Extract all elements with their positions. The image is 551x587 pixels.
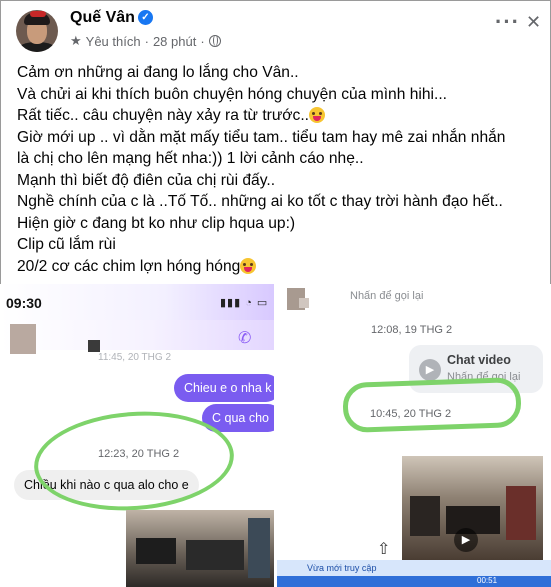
close-icon[interactable]: ✕ (526, 13, 541, 31)
post-body: Cảm ơn những ai đang lo lắng cho Vân.. V… (17, 62, 542, 277)
post-photos[interactable]: 09:30 ▮▮▮ ◔ ▭ ✆ 11:45, 20 THG 2 Chieu e … (0, 284, 551, 587)
last-active-text: Vừa mới truy cập (307, 563, 377, 573)
post-line: Và chửi ai khi thích buôn chuyện hóng ch… (17, 85, 448, 103)
video-camera-icon: ▶ (419, 359, 441, 381)
author-name[interactable]: Quế Vân (70, 9, 135, 27)
tongue-emoji-icon (240, 257, 257, 274)
pixelated-block (299, 298, 309, 308)
post-line: Mạnh thì biết độ điên của chị rùi đấy.. (17, 171, 276, 189)
post-line: Hiện giờ c đang bt ko như clip hqua up:) (17, 214, 296, 232)
video-call-title: Chat video (447, 353, 511, 367)
verified-badge-icon: ✓ (138, 10, 153, 25)
post-line-text: 20/2 cơ các chim lợn hóng hóng (17, 257, 241, 275)
post-time[interactable]: 28 phút (153, 34, 196, 49)
more-options-icon[interactable]: ··· (495, 11, 520, 33)
post-line: là chị cho lên mạng hết nha:)) 1 lời cản… (17, 150, 364, 167)
post-line: Nghề chính của c là ..Tố Tố.. những ai k… (17, 193, 503, 210)
call-back-text: Nhấn để gọi lại (350, 290, 424, 302)
photo-left[interactable]: 09:30 ▮▮▮ ◔ ▭ ✆ 11:45, 20 THG 2 Chieu e … (0, 284, 274, 587)
post-meta: ★ Yêu thích · 28 phút · (70, 33, 221, 49)
message-outgoing: Chieu e o nha k (174, 374, 274, 402)
globe-icon[interactable] (208, 35, 221, 47)
post-line-text: Rất tiếc.. câu chuyện này xảy ra từ trướ… (17, 107, 309, 124)
audience-label: Yêu thích (85, 33, 141, 49)
message-timestamp: 12:08, 19 THG 2 (371, 324, 453, 336)
play-icon: ▶ (454, 528, 478, 552)
video-thumbnail (126, 510, 274, 587)
star-icon: ★ (70, 33, 82, 48)
post-line: Cảm ơn những ai đang lo lắng cho Vân.. (17, 64, 299, 81)
meta-separator-2: · (200, 33, 205, 49)
author-avatar[interactable] (16, 10, 58, 52)
post-line: 20/2 cơ các chim lợn hóng hóng (17, 256, 542, 278)
phone-icon: ✆ (238, 330, 252, 347)
video-message: ▶ (402, 456, 543, 560)
photo-right[interactable]: Nhấn để gọi lại 12:08, 19 THG 2 ▶ Chat v… (277, 284, 551, 587)
status-time: 09:30 (6, 295, 42, 311)
pixelated-avatar (10, 324, 36, 354)
video-progress-time: 00:51 (477, 576, 498, 585)
share-icon: ⇧ (377, 541, 391, 558)
pixelated-block (88, 340, 100, 352)
post-line: Rất tiếc.. câu chuyện này xảy ra từ trướ… (17, 105, 542, 127)
tongue-emoji-icon (308, 107, 325, 123)
highlight-circle (342, 376, 522, 434)
chat-header (0, 320, 274, 350)
meta-separator: · (144, 33, 149, 49)
faded-timestamp: 11:45, 20 THG 2 (98, 352, 172, 363)
post-line: Clip cũ lắm rùi (17, 236, 116, 253)
status-icons: ▮▮▮ ◔ ▭ (220, 297, 269, 309)
post-line: Giờ mới up .. vì dằn mặt mấy tiểu tam.. … (17, 128, 506, 146)
